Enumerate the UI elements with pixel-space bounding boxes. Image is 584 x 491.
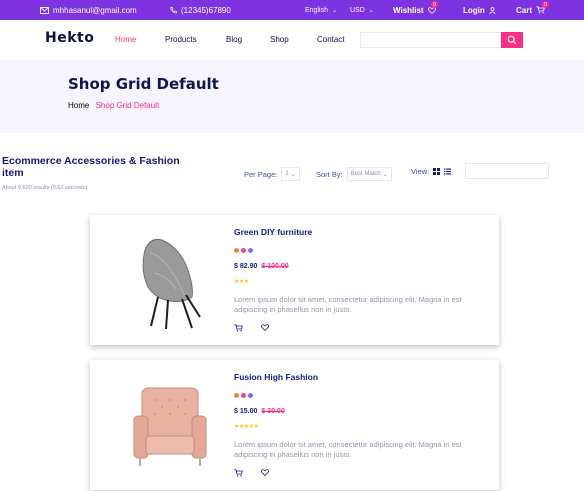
mail-icon [40,6,49,14]
breadcrumb-home[interactable]: Home [68,101,89,110]
heart-icon[interactable] [261,469,269,476]
product-price: $ 82.90 $ 100.00 [234,263,289,270]
wishlist-count-badge: 0 [431,1,438,8]
nav-contact[interactable]: Contact [317,35,345,44]
main-nav: Hekto Home Products Blog Shop Contact [0,20,584,60]
per-page-control: Per Page: 1 ⌄ [244,167,300,181]
top-bar: mhhasanul@gmail.com (12345)67890 English… [0,0,584,20]
phone-icon [170,6,177,13]
sort-select[interactable]: Best Match ⌄ [346,167,392,181]
currency-select[interactable]: USD ⌄ [350,0,374,20]
listing-heading: Ecommerce Accessories & Fashion item [2,155,180,179]
view-control: View: [411,167,452,176]
nav-blog[interactable]: Blog [226,35,242,44]
chevron-down-icon: ⌄ [368,7,374,14]
nav-home[interactable]: Home [115,35,136,44]
product-description: Lorem ipsum dolor sit amet, consectetur … [234,295,462,314]
color-options [234,393,253,398]
per-page-value: 1 [285,171,289,177]
product-card[interactable]: Fusion High Fashion $ 15.00 $ 30.00 ★★★★★… [90,360,499,490]
current-price: $ 82.90 [234,263,258,270]
list-view-icon[interactable] [444,168,452,175]
old-price: $ 30.00 [261,408,285,415]
view-input[interactable] [465,163,549,179]
page-title: Shop Grid Default [68,75,219,93]
armchair-image [133,387,207,466]
product-description: Lorem ipsum dolor sit amet, consectetur … [234,440,462,459]
user-icon [489,6,496,14]
currency-label: USD [350,6,365,14]
chevron-down-icon: ⌄ [382,171,388,178]
nav-products[interactable]: Products [165,35,197,44]
phone-contact[interactable]: (12345)67890 [170,0,231,20]
old-price: $ 100.00 [261,263,289,270]
login-label: Login [463,5,485,15]
email-text: mhhasanul@gmail.com [53,5,137,15]
breadcrumb-current: Shop Grid Default [95,101,160,110]
wishlist-label: Wishlist [393,5,424,15]
search-input[interactable] [360,32,523,48]
product-actions [234,324,269,332]
cart-icon[interactable] [234,469,243,477]
grid-view-icon[interactable] [433,168,441,175]
product-name[interactable]: Green DIY furniture [234,227,312,237]
lounge-chair-image [142,239,201,330]
color-dot[interactable] [234,393,239,398]
page-banner: Shop Grid Default Home Shop Grid Default [0,60,584,133]
phone-text: (12345)67890 [181,5,231,15]
per-page-select[interactable]: 1 ⌄ [281,167,300,181]
per-page-label: Per Page: [244,169,278,179]
product-name[interactable]: Fusion High Fashion [234,372,318,382]
logo[interactable]: Hekto [45,30,94,46]
rating-stars: ★★★ [234,279,249,285]
results-count: About 9,620 results (0.62 seconds) [2,185,88,191]
color-dot[interactable] [248,393,253,398]
search-icon [507,35,517,45]
breadcrumb: Home Shop Grid Default [68,101,159,110]
current-price: $ 15.00 [234,408,258,415]
color-dot[interactable] [241,393,246,398]
sort-value: Best Match [350,171,381,177]
cart-icon[interactable] [234,324,243,332]
cart-count-badge: 0 [542,1,549,8]
color-dot[interactable] [234,248,239,253]
nav-shop[interactable]: Shop [270,35,289,44]
color-options [234,248,253,253]
product-actions [234,469,269,477]
chevron-down-icon: ⌄ [290,171,296,178]
product-price: $ 15.00 $ 30.00 [234,408,285,415]
color-dot[interactable] [241,248,246,253]
language-select[interactable]: English ⌄ [305,0,337,20]
rating-stars: ★★★★★ [234,424,259,430]
login-link[interactable]: Login [463,0,496,20]
chevron-down-icon: ⌄ [331,7,337,14]
wishlist-link[interactable]: Wishlist 0 [393,0,438,20]
email-contact[interactable]: mhhasanul@gmail.com [40,0,137,20]
sort-control: Sort By: Best Match ⌄ [316,167,392,181]
sort-label: Sort By: [316,169,343,179]
cart-label: Cart [516,5,533,15]
search-button[interactable] [501,32,523,48]
language-label: English [305,6,328,14]
view-label: View: [411,167,430,176]
heart-icon[interactable] [261,324,269,331]
color-dot[interactable] [248,248,253,253]
product-card[interactable]: Green DIY furniture $ 82.90 $ 100.00 ★★★ … [90,215,499,345]
cart-link[interactable]: Cart 0 [516,0,549,20]
